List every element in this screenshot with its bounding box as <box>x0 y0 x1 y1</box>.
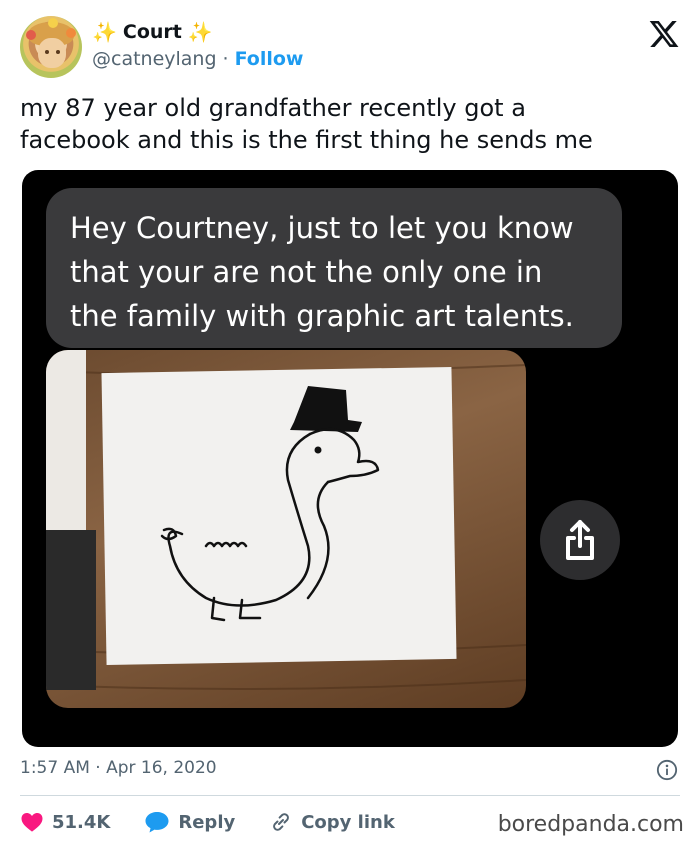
sparkle-left-icon: ✨ <box>92 20 117 44</box>
avatar-flower <box>26 30 36 40</box>
avatar-face <box>38 38 66 68</box>
speech-bubble-icon <box>145 812 169 833</box>
tweet-timestamp[interactable]: 1:57 AM · Apr 16, 2020 <box>20 758 217 778</box>
info-icon[interactable] <box>656 759 678 781</box>
tweet-text-line: my 87 year old grandfather recently got … <box>20 94 526 122</box>
avatar[interactable] <box>20 16 82 78</box>
avatar-flower <box>48 18 58 28</box>
user-handle[interactable]: @catneylang <box>92 48 217 70</box>
like-button[interactable]: 51.4K <box>20 810 110 834</box>
handle-separator: · <box>222 48 229 70</box>
sparkle-right-icon: ✨ <box>187 20 213 44</box>
divider <box>20 795 680 796</box>
display-name[interactable]: Court <box>123 21 182 43</box>
avatar-flower <box>66 28 76 38</box>
share-icon <box>566 520 594 560</box>
tweet-media[interactable]: Hey Courtney, just to let you know that … <box>22 170 678 747</box>
tweet-text-line: facebook and this is the first thing he … <box>20 126 593 154</box>
share-button[interactable] <box>540 500 620 580</box>
reply-button[interactable]: Reply <box>144 810 235 834</box>
copy-link-label: Copy link <box>301 811 395 833</box>
action-bar: 51.4K Reply Copy link <box>20 806 429 838</box>
follow-button[interactable]: Follow <box>235 48 304 70</box>
duck-drawing-image <box>46 350 526 690</box>
message-line: the family with graphic art talents. <box>70 299 574 333</box>
avatar-eye-left <box>45 50 49 54</box>
boredpanda-watermark: boredpanda.com <box>497 812 684 837</box>
display-name-row[interactable]: ✨ Court ✨ <box>92 20 213 44</box>
reply-label: Reply <box>178 811 236 833</box>
message-bubble: Hey Courtney, just to let you know that … <box>46 188 622 348</box>
message-line: Hey Courtney, just to let you know <box>70 211 574 245</box>
handle-row: @catneylang · Follow <box>92 48 304 70</box>
like-count: 51.4K <box>52 811 111 833</box>
x-logo-icon[interactable] <box>648 18 680 50</box>
tweet-text: my 87 year old grandfather recently got … <box>20 92 680 156</box>
message-line: that your are not the only one in <box>70 255 543 289</box>
copy-link-button[interactable]: Copy link <box>269 810 395 834</box>
drawing-photo[interactable] <box>46 350 526 708</box>
link-icon <box>273 813 290 831</box>
heart-icon <box>21 813 43 832</box>
tweet-header: ✨ Court ✨ @catneylang · Follow <box>20 14 680 80</box>
avatar-eye-right <box>56 50 60 54</box>
